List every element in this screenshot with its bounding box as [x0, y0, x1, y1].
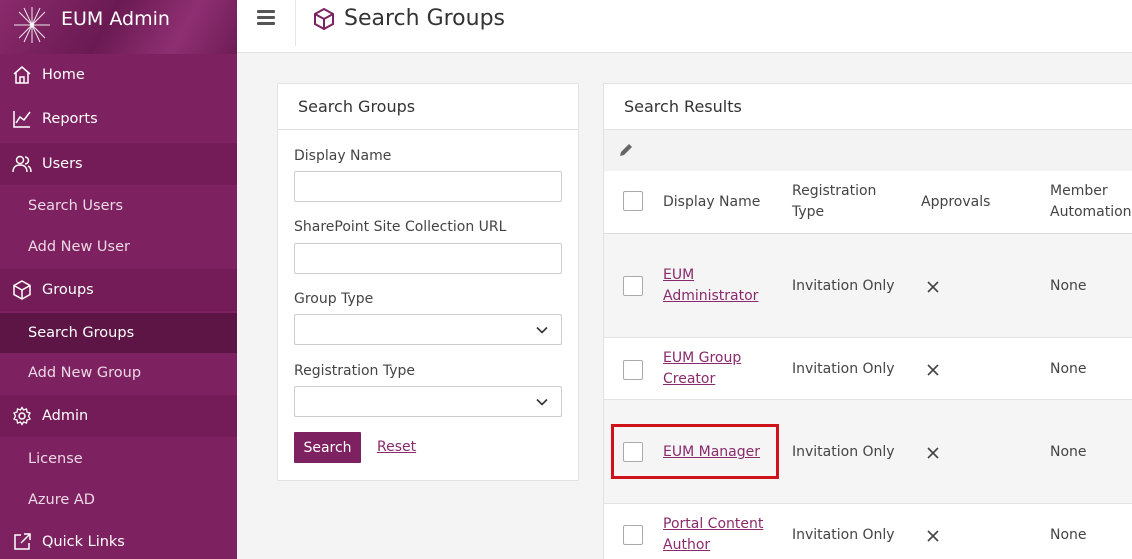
search-results-panel: Search Results Display Name Registration… [603, 83, 1132, 559]
logo-icon [14, 7, 50, 43]
column-member-automation-line2: Automation [1050, 204, 1132, 220]
nav-azure-ad[interactable]: Azure AD [0, 480, 237, 520]
sharepoint-url-input[interactable] [294, 243, 562, 274]
nav-add-new-user[interactable]: Add New User [0, 227, 237, 267]
nav-reports[interactable]: Reports [0, 98, 237, 140]
external-link-icon [14, 533, 31, 550]
nav-quick-links-label: Quick Links [42, 534, 125, 550]
cube-icon [13, 280, 31, 300]
row-checkbox [623, 360, 643, 380]
group-type-label: Group Type [294, 291, 374, 307]
gear-icon [13, 406, 31, 426]
display-name-input[interactable] [294, 171, 562, 202]
nav-groups[interactable]: Groups [0, 269, 237, 311]
nav-users[interactable]: Users [0, 143, 237, 185]
search-form-title: Search Groups [278, 84, 578, 130]
cube-icon [314, 7, 334, 31]
nav-reports-label: Reports [42, 111, 98, 127]
column-registration-type-line1: Registration [792, 183, 877, 199]
group-name-line1[interactable]: EUM [663, 267, 694, 283]
registration-cell: Invitation Only [792, 527, 895, 543]
group-name-link[interactable]: EUM Group Creator [663, 348, 741, 390]
registration-type-label: Registration Type [294, 363, 416, 379]
nav-search-users[interactable]: Search Users [0, 186, 237, 226]
nav-admin-label: Admin [42, 408, 89, 424]
chevron-down-icon [536, 398, 548, 406]
row-checkbox [623, 525, 643, 545]
users-icon [12, 155, 32, 173]
group-name-line1[interactable]: Portal Content [663, 516, 763, 532]
home-icon [13, 66, 31, 84]
brand-bar: EUM Admin [0, 0, 237, 54]
select-all-checkbox[interactable] [623, 191, 643, 211]
automation-cell: None [1050, 361, 1087, 377]
nav-license[interactable]: License [0, 439, 237, 479]
column-registration-type[interactable]: Registration Type [792, 181, 876, 223]
group-name-line1[interactable]: EUM Group [663, 350, 741, 366]
nav-groups-label: Groups [42, 282, 94, 298]
nav-admin[interactable]: Admin [0, 395, 237, 437]
registration-type-select[interactable] [294, 386, 562, 417]
group-name-line2[interactable]: Administrator [663, 288, 758, 304]
registration-cell: Invitation Only [792, 278, 895, 294]
results-toolbar [604, 130, 1132, 171]
group-name-link[interactable]: Portal Content Author [663, 514, 763, 556]
chart-line-icon [13, 111, 31, 128]
x-icon [927, 281, 939, 293]
group-name-line2[interactable]: Author [663, 537, 710, 553]
search-form-panel: Search Groups Display Name SharePoint Si… [277, 83, 579, 481]
registration-cell: Invitation Only [792, 444, 895, 460]
x-icon [927, 364, 939, 376]
group-name-line2[interactable]: Creator [663, 371, 715, 387]
automation-cell: None [1050, 527, 1087, 543]
hamburger-menu-icon[interactable] [257, 7, 283, 33]
nav-users-label: Users [42, 156, 83, 172]
sharepoint-url-label: SharePoint Site Collection URL [294, 219, 507, 235]
app-title: EUM Admin [61, 8, 170, 30]
column-member-automation[interactable]: Member Automation [1050, 181, 1132, 223]
chevron-down-icon [536, 326, 548, 334]
nav-search-groups[interactable]: Search Groups [0, 313, 237, 353]
nav-add-new-group[interactable]: Add New Group [0, 353, 237, 393]
table-row: EUM Group Creator Invitation Only None [604, 338, 1132, 400]
nav-home[interactable]: Home [0, 54, 237, 96]
x-icon [927, 447, 939, 459]
column-display-name[interactable]: Display Name [663, 192, 760, 213]
results-header-row: Display Name Registration Type Approvals… [604, 171, 1132, 234]
group-name-link[interactable]: EUM Administrator [663, 265, 758, 307]
nav-quick-links[interactable]: Quick Links [0, 521, 237, 559]
table-row: Portal Content Author Invitation Only No… [604, 504, 1132, 559]
highlight-box [611, 424, 779, 479]
search-results-title: Search Results [604, 84, 1132, 130]
page-title: Search Groups [344, 6, 506, 31]
column-registration-type-line2: Type [792, 204, 825, 220]
top-header: Search Groups [237, 0, 1132, 53]
x-icon [927, 530, 939, 542]
automation-cell: None [1050, 444, 1087, 460]
automation-cell: None [1050, 278, 1087, 294]
pencil-icon[interactable] [618, 142, 634, 158]
nav-home-label: Home [42, 67, 85, 83]
row-checkbox [623, 276, 643, 296]
sidebar: EUM Admin Home Reports Users Search User… [0, 0, 237, 559]
table-row: EUM Administrator Invitation Only None [604, 234, 1132, 338]
group-type-select[interactable] [294, 314, 562, 345]
column-approvals[interactable]: Approvals [921, 192, 990, 213]
registration-cell: Invitation Only [792, 361, 895, 377]
reset-link[interactable]: Reset [377, 439, 416, 455]
search-button[interactable]: Search [294, 432, 361, 463]
column-member-automation-line1: Member [1050, 183, 1108, 199]
header-divider [295, 0, 296, 46]
display-name-label: Display Name [294, 148, 392, 164]
